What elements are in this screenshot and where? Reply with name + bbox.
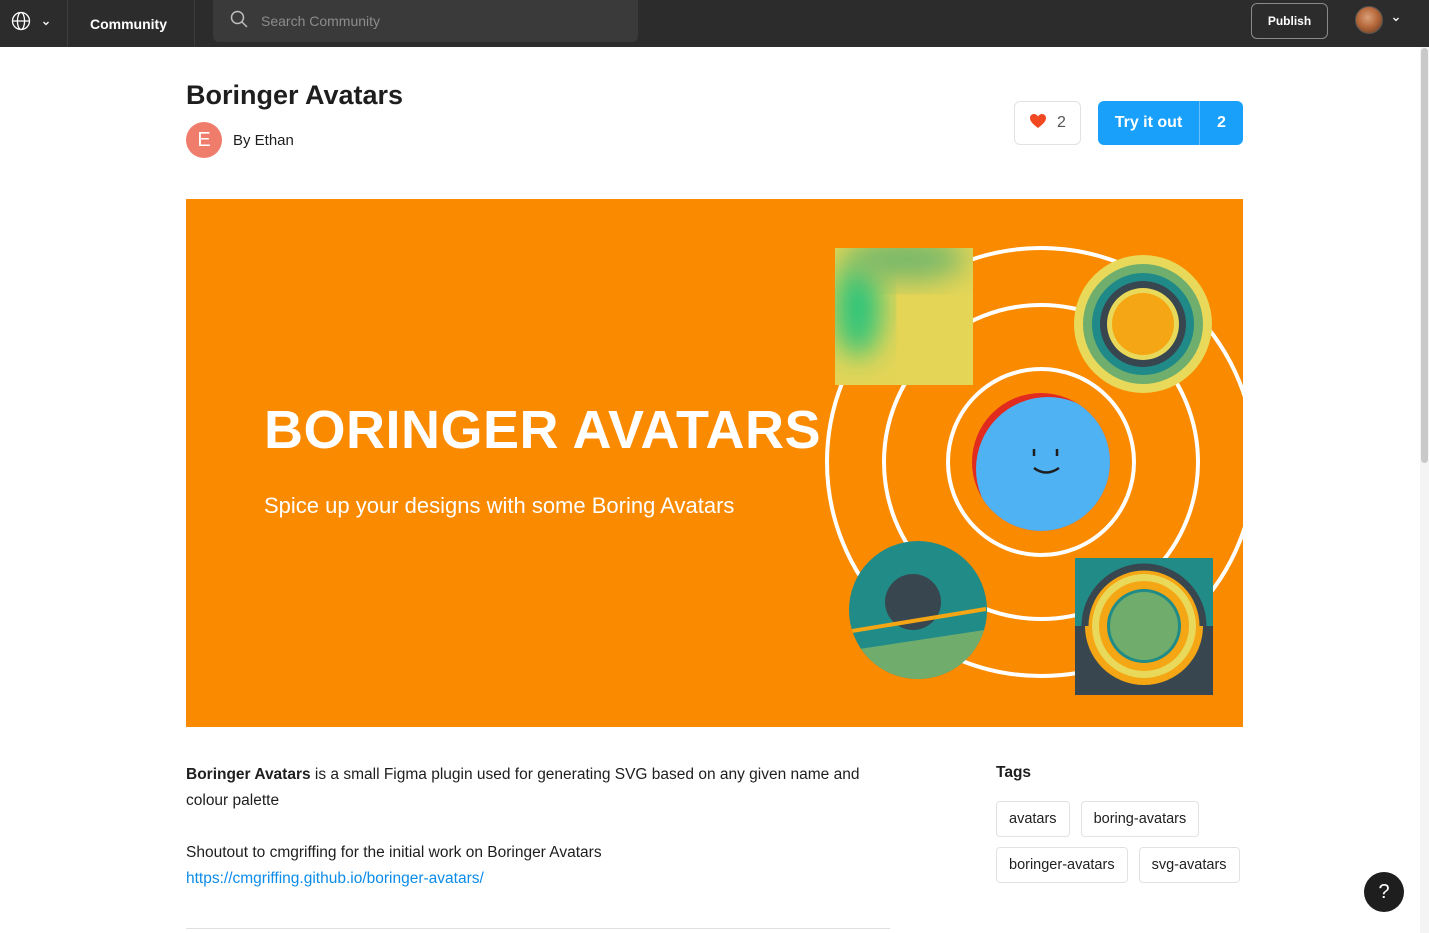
search-input[interactable] xyxy=(261,13,601,29)
tag-svg-avatars[interactable]: svg-avatars xyxy=(1138,847,1240,883)
help-button[interactable]: ? xyxy=(1364,872,1404,912)
ring-avatar-square xyxy=(1075,558,1213,695)
description-shoutout: Shoutout to cmgriffing for the initial w… xyxy=(186,844,602,861)
banner-subtitle: Spice up your designs with some Boring A… xyxy=(264,493,735,518)
tag-avatars[interactable]: avatars xyxy=(996,801,1070,837)
chevron-down-icon xyxy=(1391,11,1401,29)
language-menu[interactable] xyxy=(0,0,68,47)
description-plugin-name: Boringer Avatars xyxy=(186,766,311,783)
try-it-out-button[interactable]: Try it out 2 xyxy=(1098,101,1243,145)
scrollbar-thumb[interactable] xyxy=(1421,48,1428,463)
user-menu[interactable] xyxy=(1355,6,1401,34)
author-name[interactable]: By Ethan xyxy=(233,132,294,149)
sunset-avatar-bottom xyxy=(849,541,987,679)
cover-image: BORINGER AVATARS Spice up your designs w… xyxy=(186,199,1243,727)
beam-avatar-center xyxy=(972,393,1110,531)
search-icon xyxy=(229,9,249,34)
section-divider xyxy=(186,928,890,929)
banner-title: BORINGER AVATARS xyxy=(264,400,821,460)
like-count: 2 xyxy=(1057,114,1066,131)
marble-avatar-square xyxy=(835,248,973,385)
like-button[interactable]: 2 xyxy=(1014,101,1081,145)
project-link[interactable]: https://cmgriffing.github.io/boringer-av… xyxy=(186,870,484,887)
author-avatar: E xyxy=(186,122,222,158)
community-nav-link[interactable]: Community xyxy=(68,0,195,47)
try-it-out-label: Try it out xyxy=(1098,101,1200,145)
page-title: Boringer Avatars xyxy=(186,80,404,110)
usage-count: 2 xyxy=(1217,114,1226,131)
search-bar[interactable] xyxy=(213,0,638,42)
globe-icon xyxy=(11,11,31,36)
description-intro: Boringer Avatars is a small Figma plugin… xyxy=(186,762,896,814)
avatar xyxy=(1355,6,1383,34)
heart-icon xyxy=(1029,113,1047,134)
chevron-down-icon xyxy=(41,15,51,33)
author-info[interactable]: E By Ethan xyxy=(186,122,294,158)
publish-button[interactable]: Publish xyxy=(1251,3,1328,39)
plugin-description: Boringer Avatars is a small Figma plugin… xyxy=(186,762,896,892)
tags-list: avatars boring-avatars boringer-avatars … xyxy=(996,801,1246,883)
tag-boring-avatars[interactable]: boring-avatars xyxy=(1080,801,1200,837)
tags-heading: Tags xyxy=(996,764,1032,781)
tag-boringer-avatars[interactable]: boringer-avatars xyxy=(996,847,1128,883)
top-nav-bar: Community Publish xyxy=(0,0,1429,47)
banner-illustration xyxy=(825,246,1243,695)
